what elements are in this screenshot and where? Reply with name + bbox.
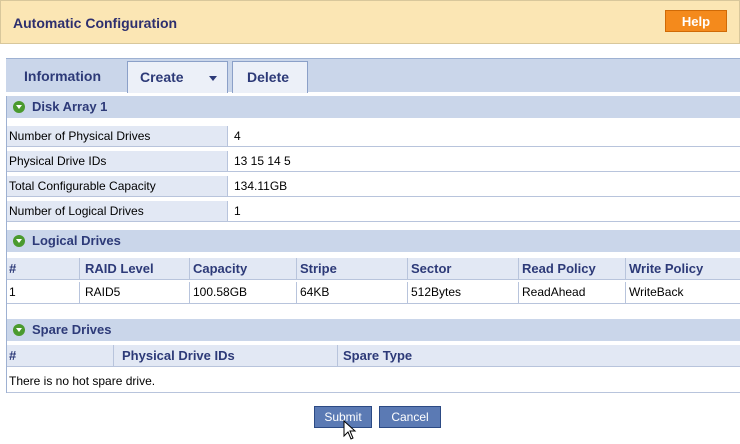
mouse-cursor-icon (343, 420, 357, 440)
tab-create[interactable]: Create (127, 61, 228, 93)
tab-bar: Information Create Delete (6, 58, 740, 93)
help-button[interactable]: Help (665, 10, 727, 32)
tab-delete[interactable]: Delete (232, 61, 308, 93)
tab-create-label: Create (140, 69, 184, 85)
tab-delete-label: Delete (247, 69, 290, 85)
tab-information-label: Information (24, 68, 101, 84)
page-title: Automatic Configuration (13, 15, 178, 31)
chevron-down-icon[interactable] (209, 76, 217, 81)
panel-left-border (6, 96, 740, 393)
tab-information[interactable]: Information (12, 61, 123, 93)
cancel-button[interactable]: Cancel (379, 406, 441, 428)
page-header: Automatic Configuration Help (0, 0, 740, 44)
